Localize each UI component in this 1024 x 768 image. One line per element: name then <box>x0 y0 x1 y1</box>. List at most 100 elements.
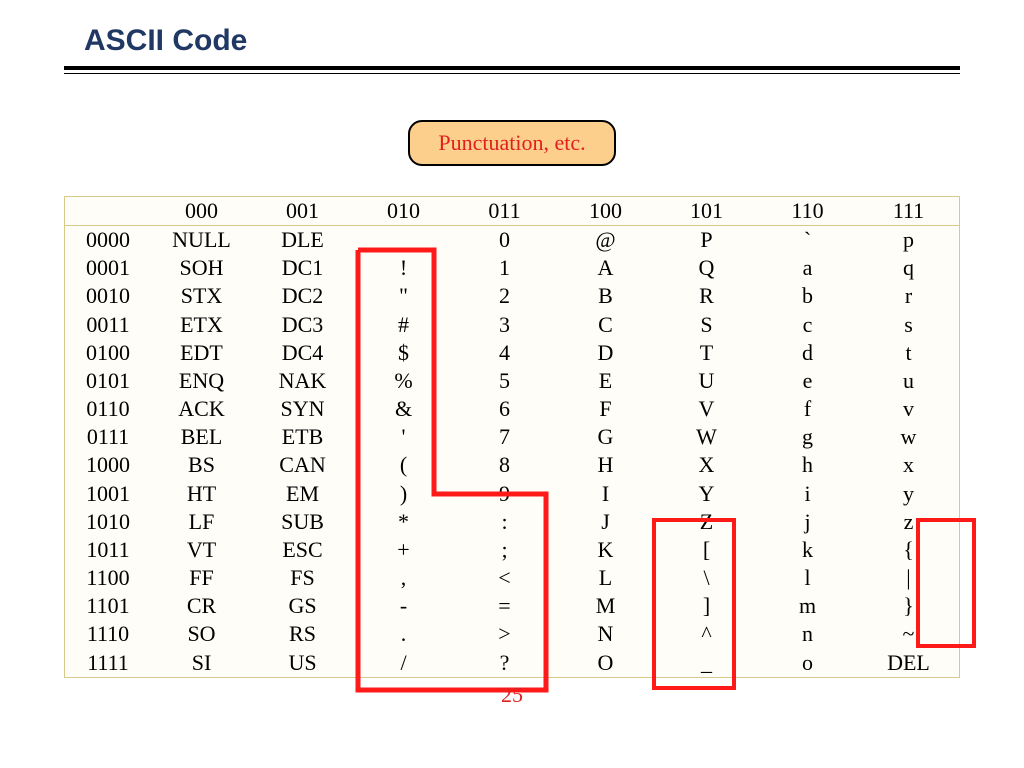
cell: 4 <box>454 339 555 367</box>
ascii-table-wrap: 000 001 010 011 100 101 110 111 0000NULL… <box>64 196 960 678</box>
badge-wrap: Punctuation, etc. <box>0 120 1024 166</box>
row-header: 0101 <box>65 367 151 395</box>
cell: D <box>555 339 656 367</box>
cell: & <box>353 395 454 423</box>
cell: p <box>858 226 959 255</box>
cell: y <box>858 480 959 508</box>
title-rule-thin <box>64 73 960 74</box>
row-header: 0111 <box>65 423 151 451</box>
cell: a <box>757 254 858 282</box>
col-header: 101 <box>656 197 757 226</box>
cell: _ <box>656 649 757 677</box>
cell: - <box>353 592 454 620</box>
cell: " <box>353 282 454 310</box>
cell: F <box>555 395 656 423</box>
cell: DC1 <box>252 254 353 282</box>
slide: ASCII Code Punctuation, etc. 000 001 010… <box>0 0 1024 768</box>
row-header: 0100 <box>65 339 151 367</box>
cell: r <box>858 282 959 310</box>
cell: @ <box>555 226 656 255</box>
cell: % <box>353 367 454 395</box>
cell: X <box>656 451 757 479</box>
cell: q <box>858 254 959 282</box>
cell: ACK <box>151 395 252 423</box>
cell <box>353 226 454 255</box>
table-row: 1011VTESC+;K[k{ <box>65 536 959 564</box>
cell: v <box>858 395 959 423</box>
cell: } <box>858 592 959 620</box>
cell: P <box>656 226 757 255</box>
page-title: ASCII Code <box>84 24 247 58</box>
col-header: 000 <box>151 197 252 226</box>
table-row: 1101CRGS-=M]m} <box>65 592 959 620</box>
cell: { <box>858 536 959 564</box>
cell: SUB <box>252 508 353 536</box>
cell: ETX <box>151 311 252 339</box>
row-header: 0110 <box>65 395 151 423</box>
col-header: 001 <box>252 197 353 226</box>
cell: [ <box>656 536 757 564</box>
table-row: 0010STXDC2"2BRbr <box>65 282 959 310</box>
cell: h <box>757 451 858 479</box>
cell: W <box>656 423 757 451</box>
col-header: 111 <box>858 197 959 226</box>
punctuation-badge: Punctuation, etc. <box>408 120 615 166</box>
row-header: 0010 <box>65 282 151 310</box>
cell: SI <box>151 649 252 677</box>
title-rule-thick <box>64 66 960 70</box>
col-header: 010 <box>353 197 454 226</box>
cell: H <box>555 451 656 479</box>
table-row: 1100FFFS,<L\l| <box>65 564 959 592</box>
cell: w <box>858 423 959 451</box>
cell: Z <box>656 508 757 536</box>
col-header: 110 <box>757 197 858 226</box>
cell: 9 <box>454 480 555 508</box>
cell: ' <box>353 423 454 451</box>
row-header: 0001 <box>65 254 151 282</box>
cell: m <box>757 592 858 620</box>
cell: Q <box>656 254 757 282</box>
cell: = <box>454 592 555 620</box>
cell: N <box>555 620 656 648</box>
row-header: 1100 <box>65 564 151 592</box>
cell: l <box>757 564 858 592</box>
table-row: 1000BSCAN(8HXhx <box>65 451 959 479</box>
row-header: 1000 <box>65 451 151 479</box>
cell: J <box>555 508 656 536</box>
cell: k <box>757 536 858 564</box>
cell: ; <box>454 536 555 564</box>
cell: ~ <box>858 620 959 648</box>
cell: # <box>353 311 454 339</box>
row-header: 1011 <box>65 536 151 564</box>
cell: ESC <box>252 536 353 564</box>
cell: ENQ <box>151 367 252 395</box>
table-row: 1111SIUS/?O_oDEL <box>65 649 959 677</box>
cell: 0 <box>454 226 555 255</box>
cell: 2 <box>454 282 555 310</box>
cell: b <box>757 282 858 310</box>
cell: V <box>656 395 757 423</box>
cell: g <box>757 423 858 451</box>
cell: R <box>656 282 757 310</box>
table-row: 0011ETXDC3#3CScs <box>65 311 959 339</box>
cell: f <box>757 395 858 423</box>
cell: U <box>656 367 757 395</box>
table-row: 0000NULLDLE 0@P`p <box>65 226 959 255</box>
cell: 7 <box>454 423 555 451</box>
cell: : <box>454 508 555 536</box>
cell: ( <box>353 451 454 479</box>
table-row: 1001HTEM)9IYiy <box>65 480 959 508</box>
row-header: 1001 <box>65 480 151 508</box>
cell: BS <box>151 451 252 479</box>
row-header: 1010 <box>65 508 151 536</box>
table-row: 0111BELETB'7GWgw <box>65 423 959 451</box>
row-header: 1101 <box>65 592 151 620</box>
cell: E <box>555 367 656 395</box>
cell: / <box>353 649 454 677</box>
cell: DEL <box>858 649 959 677</box>
ascii-table: 000 001 010 011 100 101 110 111 0000NULL… <box>65 197 959 677</box>
cell: 5 <box>454 367 555 395</box>
cell: > <box>454 620 555 648</box>
cell: 1 <box>454 254 555 282</box>
page-number: 25 <box>0 682 1024 708</box>
